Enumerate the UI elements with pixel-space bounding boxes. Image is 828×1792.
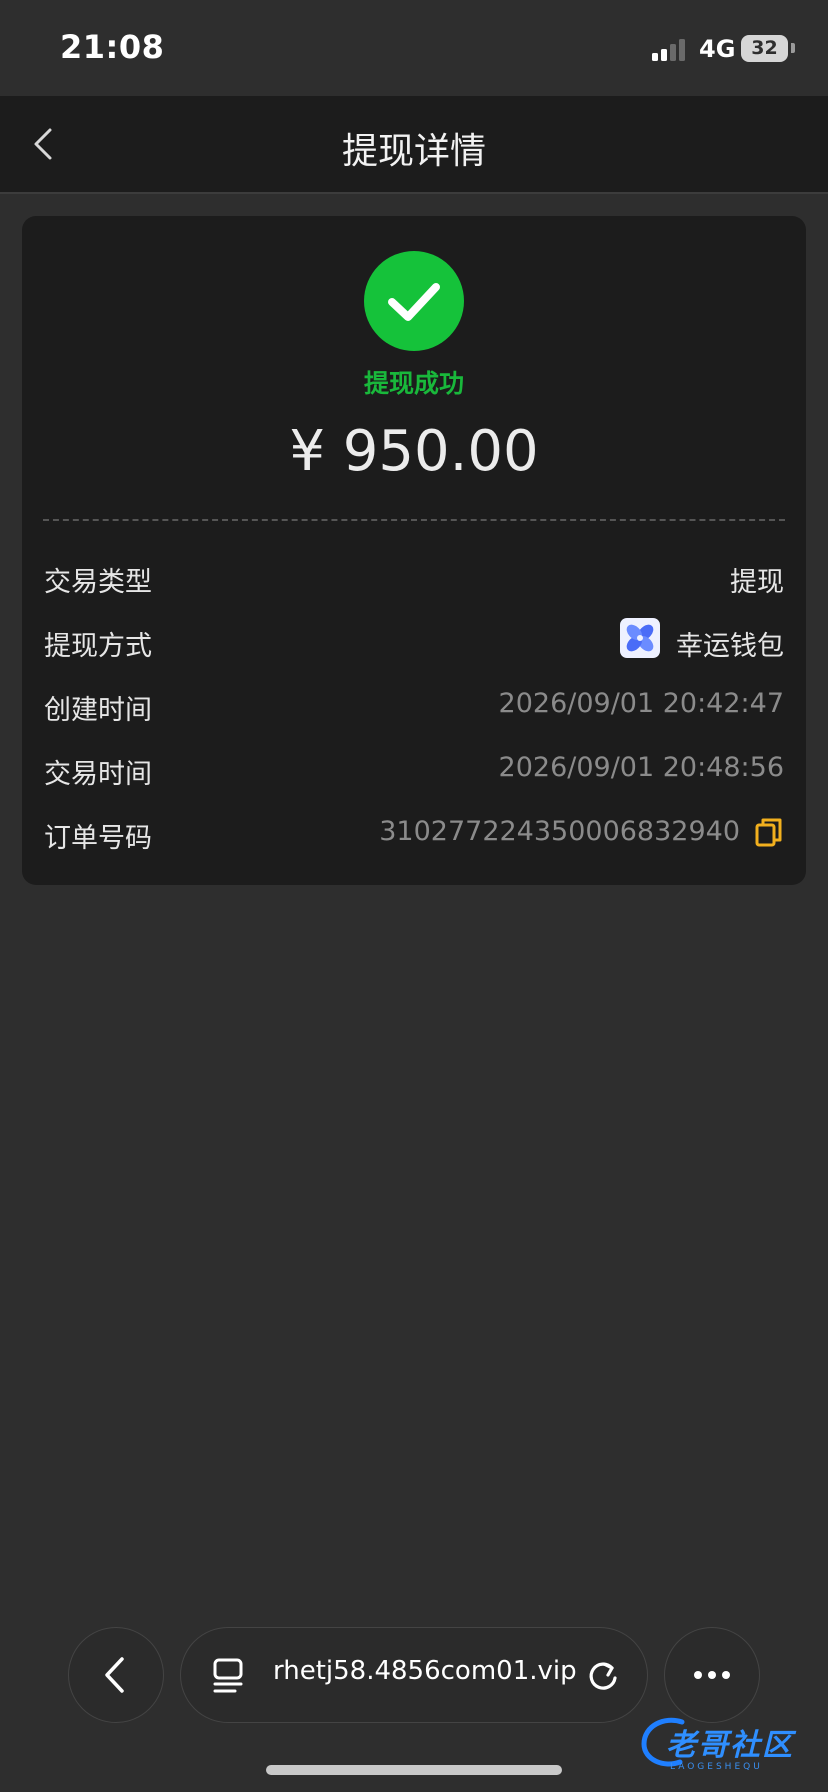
more-dots-icon [693,1670,730,1679]
cellular-signal-icon [652,37,692,61]
watermark-subtext: LAOGESHEQU [670,1762,763,1772]
tabs-icon[interactable] [211,1658,245,1694]
withdrawal-status: 提现成功 [363,369,464,398]
row-label: 交易类型 [44,567,152,598]
copy-icon[interactable] [754,816,784,848]
page-title: 提现详情 [341,131,486,172]
battery-level: 32 [751,37,778,59]
battery-icon: 32 [741,35,788,62]
row-label: 创建时间 [44,695,152,726]
row-value: 提现 [730,567,784,598]
battery-cap [791,43,795,53]
network-type: 4G [699,35,736,63]
more-options-button[interactable] [664,1627,760,1723]
row-transaction-time: 交易时间 2026/09/01 20:48:56 [44,742,784,794]
row-value: 幸运钱包 [676,631,784,662]
row-label: 提现方式 [44,631,152,662]
status-bar: 21:08 4G 32 [0,0,828,96]
browser-back-button[interactable] [68,1627,164,1723]
home-indicator [266,1765,562,1775]
address-bar[interactable]: rhetj58.4856com01.vip [180,1627,648,1723]
order-number-value: 3102772243500068329­40 [379,816,740,847]
withdrawal-detail-card: 提现成功 ¥ 950.00 交易类型 提现 提现方式 幸运钱包 创建时间 202… [22,216,806,885]
wallet-logo-icon [620,618,660,658]
nav-bar: 提现详情 [0,96,828,194]
watermark-logo: 老哥社区 LAOGESHEQU [636,1712,816,1780]
watermark-text: 老哥社区 [666,1728,794,1763]
dashed-divider [43,519,785,521]
row-order-number: 订单号码 3102772243500068329­40 [44,806,784,858]
row-label: 交易时间 [44,759,152,790]
row-withdrawal-method: 提现方式 幸运钱包 [44,614,784,666]
row-created-time: 创建时间 2026/09/01 20:42:47 [44,678,784,730]
row-value: 2026/09/01 20:42:47 [498,688,784,719]
chevron-left-icon [104,1656,124,1693]
row-transaction-type: 交易类型 提现 [44,550,784,602]
status-time: 21:08 [60,28,165,66]
row-label: 订单号码 [44,823,152,854]
withdrawal-amount: ¥ 950.00 [289,419,539,484]
reload-icon[interactable] [585,1658,621,1694]
success-check-icon [364,251,464,351]
url-text[interactable]: rhetj58.4856com01.vip [273,1656,577,1686]
row-value: 2026/09/01 20:48:56 [498,752,784,783]
